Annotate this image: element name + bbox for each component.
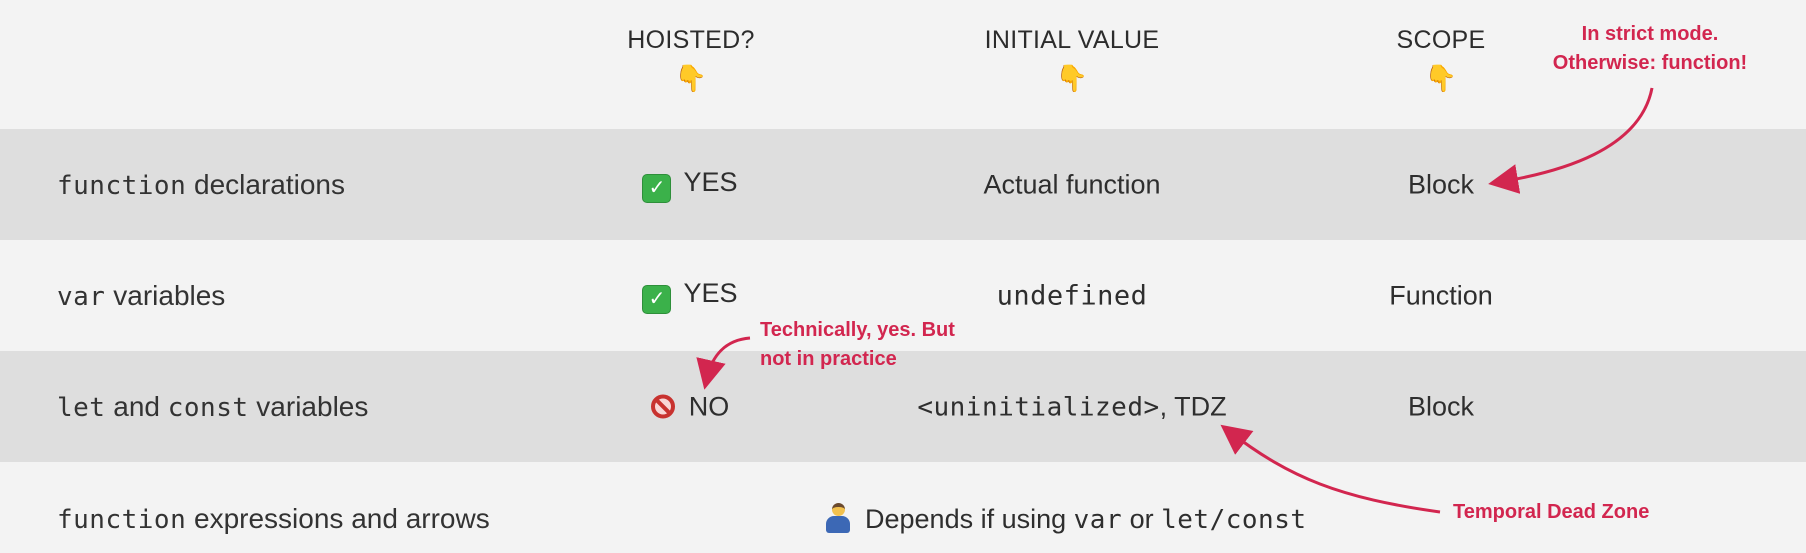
arrow-tdz-to-uninitialized [1220, 424, 1441, 514]
arrow-technically-to-no [696, 336, 751, 390]
annotation-arrows [696, 87, 1654, 514]
arrow-strict-mode-to-block [1488, 87, 1654, 194]
hoisting-table-slide: HOISTED? 👇 INITIAL VALUE 👇 SCOPE 👇 funct… [0, 0, 1806, 553]
